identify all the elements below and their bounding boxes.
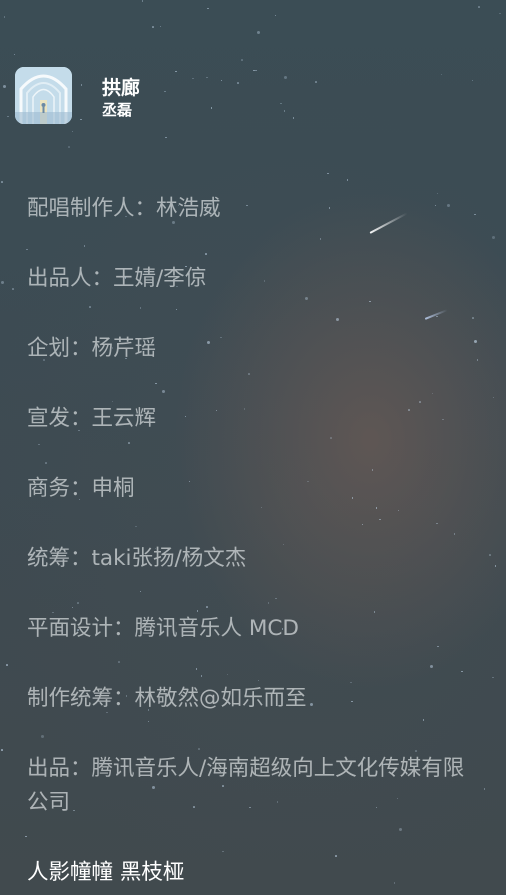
star-dot xyxy=(139,307,141,309)
star-dot xyxy=(1,749,3,751)
star-dot xyxy=(330,437,332,439)
star-dot xyxy=(207,7,209,10)
star-dot xyxy=(83,245,86,247)
star-dot xyxy=(38,443,40,446)
star-dot xyxy=(422,719,425,721)
star-dot xyxy=(205,253,207,255)
star-dot xyxy=(0,281,4,285)
current-lyric-line[interactable]: 人影幢幢 黑枝桠 xyxy=(27,856,482,890)
star-dot xyxy=(346,179,349,181)
star-dot xyxy=(7,115,9,118)
star-dot xyxy=(478,6,480,8)
star-dot xyxy=(118,661,120,663)
song-header: 拱廊 丞磊 xyxy=(15,67,491,125)
song-title: 拱廊 xyxy=(102,77,141,99)
star-dot xyxy=(89,306,91,308)
lyric-line[interactable]: 出品：腾讯音乐人/海南超级向上文化传媒有限公司 xyxy=(27,752,482,820)
lyric-line[interactable]: 宣发：王云辉 xyxy=(27,402,482,436)
lyric-line[interactable]: 制作统筹：林敬然@如乐而至 xyxy=(27,682,482,716)
star-dot xyxy=(152,26,154,28)
star-dot xyxy=(128,442,130,444)
lyric-line[interactable]: 平面设计：腾讯音乐人 MCD xyxy=(27,612,482,646)
star-dot xyxy=(222,850,224,853)
song-artist: 丞磊 xyxy=(102,101,133,119)
album-cover-art xyxy=(15,67,72,124)
star-dot xyxy=(198,748,200,750)
star-dot xyxy=(1,181,3,183)
album-cover[interactable] xyxy=(15,67,72,124)
star-dot xyxy=(335,318,339,322)
lyric-line[interactable]: 商务：申桐 xyxy=(27,472,482,506)
star-dot xyxy=(472,317,474,319)
star-dot xyxy=(165,136,167,139)
star-dot xyxy=(45,462,47,464)
star-dot xyxy=(248,373,250,375)
star-dot xyxy=(195,668,198,670)
star-dot xyxy=(483,788,486,790)
star-dot xyxy=(304,296,308,300)
star-dot xyxy=(436,315,438,318)
star-dot xyxy=(491,235,495,239)
lyric-line[interactable]: 统筹：taki张扬/杨文杰 xyxy=(27,542,482,576)
lyric-line[interactable]: 企划：杨芹瑶 xyxy=(27,332,482,366)
star-dot xyxy=(77,602,79,604)
star-dot xyxy=(206,606,208,608)
star-dot xyxy=(6,664,8,666)
star-dot xyxy=(68,146,70,148)
star-dot xyxy=(369,300,371,303)
star-dot xyxy=(489,554,491,556)
star-dot xyxy=(2,85,6,89)
star-dot xyxy=(241,59,243,61)
star-dot xyxy=(371,469,374,471)
star-dot xyxy=(492,676,494,679)
star-dot xyxy=(379,518,381,521)
star-dot xyxy=(12,288,14,290)
star-dot xyxy=(499,12,501,15)
lyric-line[interactable]: 配唱制作人：林浩威 xyxy=(27,192,482,226)
lyric-line[interactable]: 出品人：王婧/李倞 xyxy=(27,262,482,296)
star-dot xyxy=(375,507,378,509)
star-dot xyxy=(319,238,322,240)
